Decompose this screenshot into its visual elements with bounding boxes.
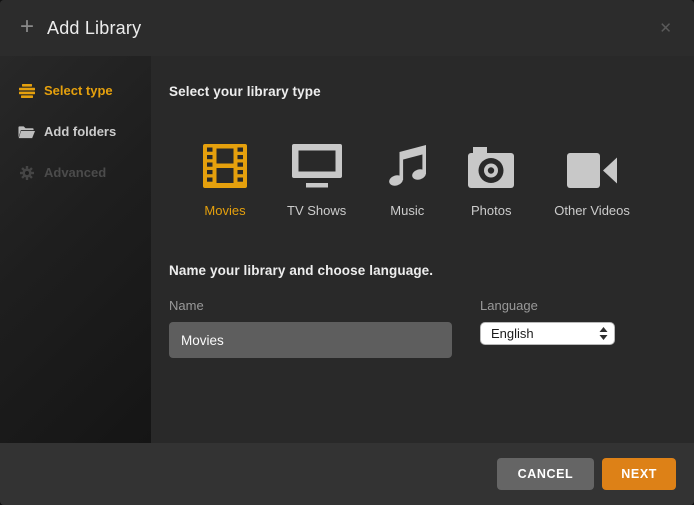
sidebar-item-label: Add folders <box>44 124 116 139</box>
library-type-row: Movies TV Shows <box>169 142 676 218</box>
library-type-label: Movies <box>204 203 245 218</box>
sidebar-item-add-folders[interactable]: Add folders <box>0 111 151 152</box>
close-icon[interactable]: ✕ <box>655 15 676 41</box>
library-type-label: Photos <box>471 203 511 218</box>
type-section-heading: Select your library type <box>169 84 676 99</box>
dialog-title: Add Library <box>47 18 141 39</box>
sidebar-item-advanced[interactable]: Advanced <box>0 152 151 193</box>
next-button[interactable]: NEXT <box>602 458 676 490</box>
library-type-tv-shows[interactable]: TV Shows <box>287 142 346 218</box>
sidebar-item-label: Advanced <box>44 165 106 180</box>
tv-icon <box>291 142 343 188</box>
type-lines-icon <box>18 84 35 98</box>
gear-icon <box>18 166 35 180</box>
language-select[interactable]: English <box>480 322 615 345</box>
camera-icon <box>468 142 514 188</box>
dialog-footer: CANCEL NEXT <box>0 443 694 505</box>
language-field-label: Language <box>480 298 615 313</box>
language-select-value: English <box>491 326 599 341</box>
cancel-button[interactable]: CANCEL <box>497 458 595 490</box>
library-form-row: Name Language English <box>169 298 676 358</box>
library-type-label: TV Shows <box>287 203 346 218</box>
library-type-other-videos[interactable]: Other Videos <box>554 142 630 218</box>
film-strip-icon <box>203 142 247 188</box>
library-type-music[interactable]: Music <box>386 142 428 218</box>
library-type-movies[interactable]: Movies <box>203 142 247 218</box>
dialog-content: Select your library type <box>151 56 694 443</box>
library-name-input[interactable] <box>169 322 452 358</box>
open-folder-icon <box>18 125 35 139</box>
library-type-photos[interactable]: Photos <box>468 142 514 218</box>
sidebar-item-select-type[interactable]: Select type <box>0 70 151 111</box>
library-type-label: Other Videos <box>554 203 630 218</box>
music-notes-icon <box>386 142 428 188</box>
name-field-label: Name <box>169 298 452 313</box>
video-camera-icon <box>567 142 617 188</box>
select-stepper-icon <box>599 327 608 340</box>
sidebar-item-label: Select type <box>44 83 113 98</box>
dialog-header: + Add Library ✕ <box>0 0 694 56</box>
library-type-label: Music <box>390 203 424 218</box>
add-library-dialog: + Add Library ✕ Select type <box>0 0 694 505</box>
dialog-sidebar: Select type Add folders <box>0 56 151 443</box>
plus-icon: + <box>20 15 34 39</box>
name-section-heading: Name your library and choose language. <box>169 263 676 278</box>
